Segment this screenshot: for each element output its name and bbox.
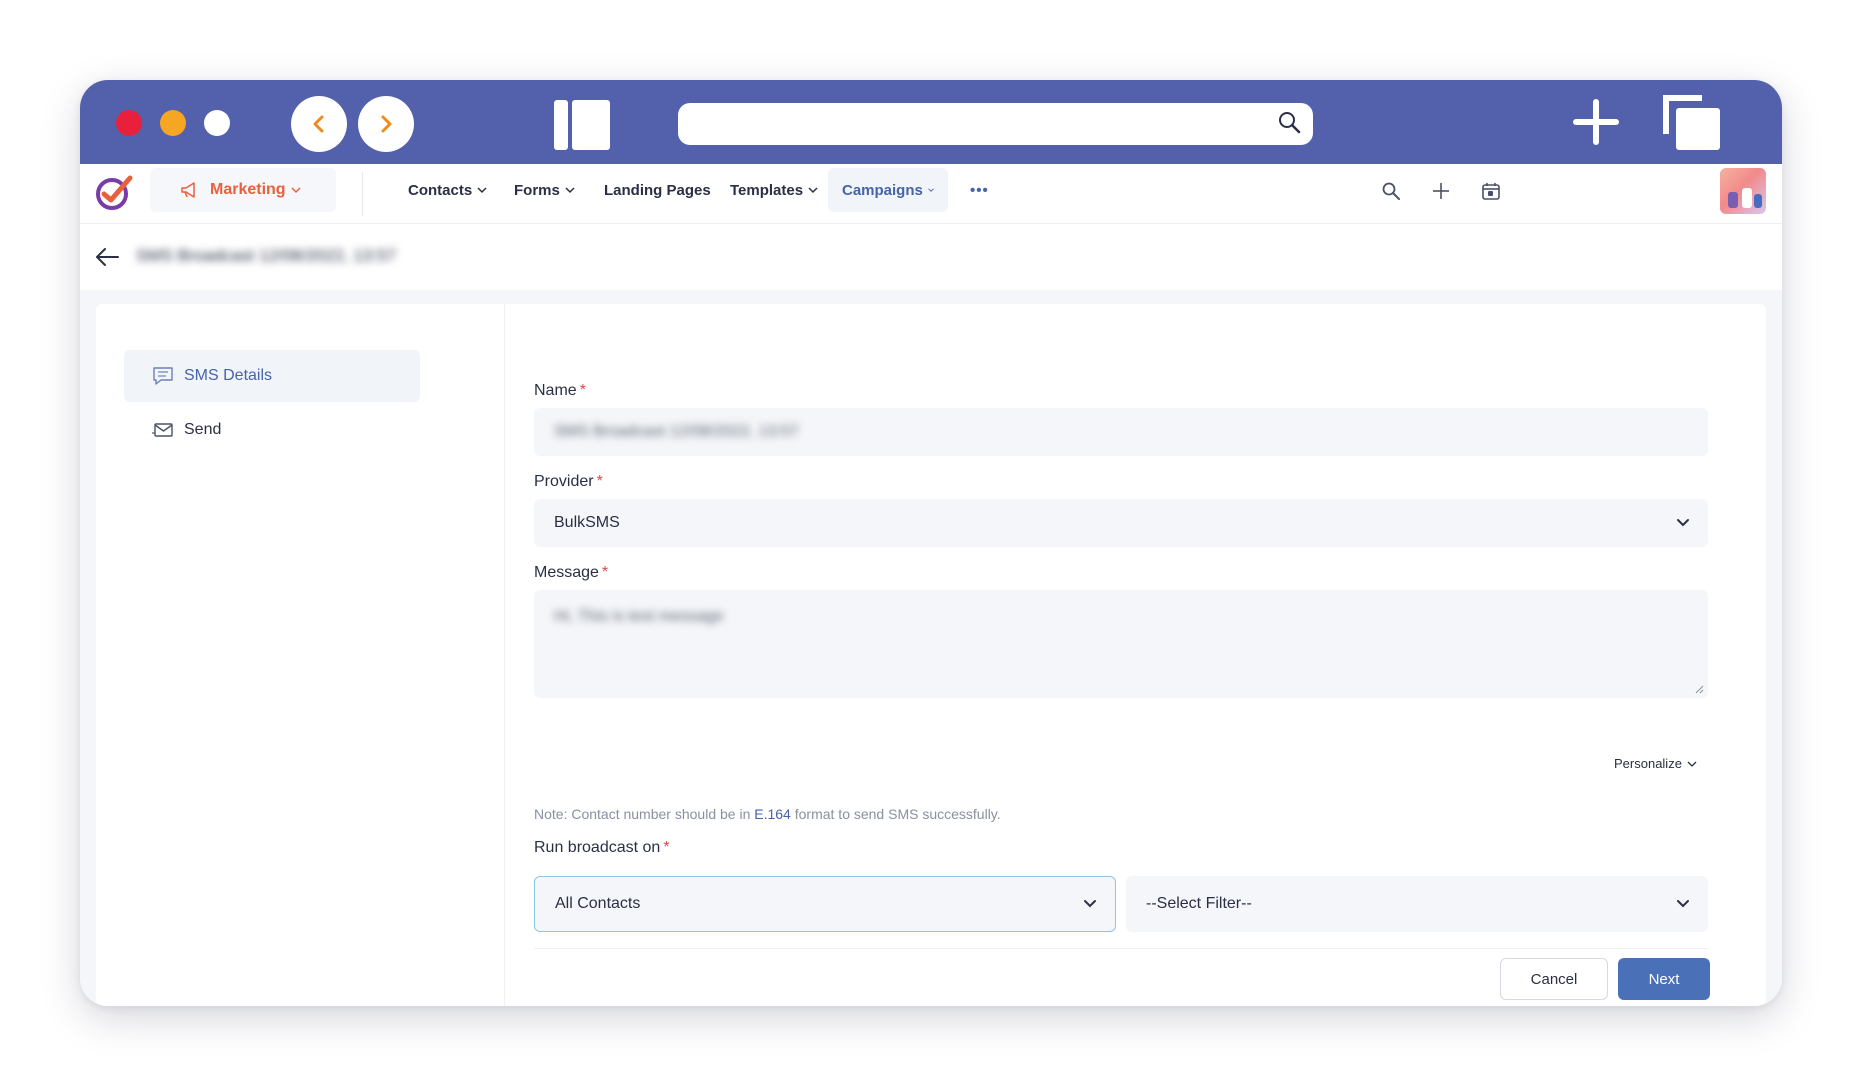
forward-button[interactable] — [358, 96, 414, 152]
arrow-left-icon[interactable] — [94, 246, 120, 268]
nav-item-label: Forms — [514, 181, 560, 199]
avatar[interactable] — [1720, 168, 1766, 214]
filter-select[interactable]: --Select Filter-- — [1126, 876, 1708, 932]
new-tab-plus-icon[interactable] — [1572, 98, 1620, 146]
nav-item-contacts[interactable]: Contacts — [394, 168, 501, 212]
required-mark: * — [601, 564, 609, 581]
nav-item-label: Templates — [730, 181, 804, 199]
sidebar-item-label: SMS Details — [184, 367, 273, 384]
tabs-overview-icon[interactable] — [1662, 94, 1722, 152]
provider-value: BulkSMS — [554, 514, 620, 531]
message-value: Hi, This is test message — [554, 608, 724, 625]
next-button[interactable]: Next — [1618, 958, 1710, 1000]
format-note: Note: Contact number should be in E.164 … — [534, 806, 1001, 822]
nav-item-label: Landing Pages — [604, 181, 711, 199]
chevron-down-icon — [928, 188, 934, 192]
personalize-label: Personalize — [1614, 756, 1682, 771]
chevron-down-icon — [565, 187, 575, 194]
form-footer-divider — [534, 948, 1708, 949]
back-button[interactable] — [291, 96, 347, 152]
chat-icon — [152, 366, 174, 386]
card-divider — [504, 304, 505, 1006]
required-mark: * — [663, 839, 670, 856]
chevron-left-icon — [313, 115, 324, 133]
megaphone-icon — [181, 182, 195, 198]
nav-item-campaigns[interactable]: Campaigns — [828, 168, 948, 212]
nav-item-label: Contacts — [408, 181, 473, 199]
search-icon[interactable] — [1378, 178, 1404, 204]
module-switcher[interactable]: Marketing — [150, 168, 336, 212]
sidebar-toggle-icon[interactable] — [554, 100, 610, 150]
name-label: Name * — [534, 382, 586, 400]
required-mark: * — [596, 473, 603, 490]
e164-link[interactable]: E.164 — [754, 806, 791, 822]
provider-label-text: Provider — [534, 473, 594, 490]
sidebar-item-send[interactable]: Send — [124, 404, 420, 456]
chevron-down-icon — [1676, 518, 1690, 528]
note-suffix: format to send SMS successfully. — [790, 806, 1001, 822]
audience-value: All Contacts — [555, 895, 641, 912]
nav-divider — [362, 172, 363, 216]
browser-window: Marketing Contacts Forms Landing Pages T… — [80, 80, 1782, 1006]
nav-item-templates[interactable]: Templates — [716, 168, 832, 212]
close-window-dot[interactable] — [116, 110, 142, 136]
app-navigation: Marketing Contacts Forms Landing Pages T… — [80, 164, 1782, 224]
page-header: SMS Broadcast 12/08/2022, 13:57 — [80, 224, 1782, 290]
personalize-dropdown[interactable]: Personalize — [1614, 756, 1697, 771]
required-mark: * — [579, 382, 586, 399]
message-textarea[interactable]: Hi, This is test message — [534, 590, 1708, 698]
message-label-text: Message — [534, 564, 599, 581]
chevron-right-icon — [381, 115, 392, 133]
sidebar-item-label: Send — [184, 421, 222, 438]
search-icon — [1279, 112, 1301, 134]
chevron-down-icon — [291, 187, 301, 194]
chevron-down-icon — [1676, 899, 1690, 909]
module-label: Marketing — [210, 181, 286, 198]
provider-label: Provider * — [534, 473, 603, 491]
filter-value: --Select Filter-- — [1146, 895, 1252, 912]
maximize-window-dot[interactable] — [204, 110, 230, 136]
nav-item-forms[interactable]: Forms — [500, 168, 589, 212]
title-bar — [80, 80, 1782, 164]
run-broadcast-label: Run broadcast on * — [534, 839, 670, 857]
name-value: SMS Broadcast 12/08/2022, 13:57 — [554, 423, 799, 440]
chevron-down-icon — [477, 187, 487, 194]
name-field[interactable]: SMS Broadcast 12/08/2022, 13:57 — [534, 408, 1708, 456]
sidebar-item-sms-details[interactable]: SMS Details — [124, 350, 420, 402]
name-label-text: Name — [534, 382, 577, 399]
calendar-icon[interactable] — [1478, 178, 1504, 204]
run-broadcast-label-text: Run broadcast on — [534, 839, 661, 856]
nav-item-landing-pages[interactable]: Landing Pages — [590, 168, 725, 212]
message-label: Message * — [534, 564, 608, 582]
envelope-icon — [152, 421, 174, 439]
provider-select[interactable]: BulkSMS — [534, 499, 1708, 547]
app-logo-icon[interactable] — [94, 172, 134, 212]
address-bar[interactable] — [678, 103, 1313, 145]
resize-handle-icon[interactable] — [1694, 684, 1704, 694]
chevron-down-icon — [1687, 761, 1697, 767]
cancel-button[interactable]: Cancel — [1500, 958, 1608, 1000]
chevron-down-icon — [1083, 899, 1097, 909]
minimize-window-dot[interactable] — [160, 110, 186, 136]
nav-more-button[interactable]: ••• — [956, 168, 1003, 212]
note-prefix: Note: Contact number should be in — [534, 806, 755, 822]
chevron-down-icon — [808, 187, 818, 194]
audience-select[interactable]: All Contacts — [534, 876, 1116, 932]
add-icon[interactable] — [1428, 178, 1454, 204]
page-title: SMS Broadcast 12/08/2022, 13:57 — [136, 246, 396, 265]
nav-item-label: Campaigns — [842, 181, 923, 199]
